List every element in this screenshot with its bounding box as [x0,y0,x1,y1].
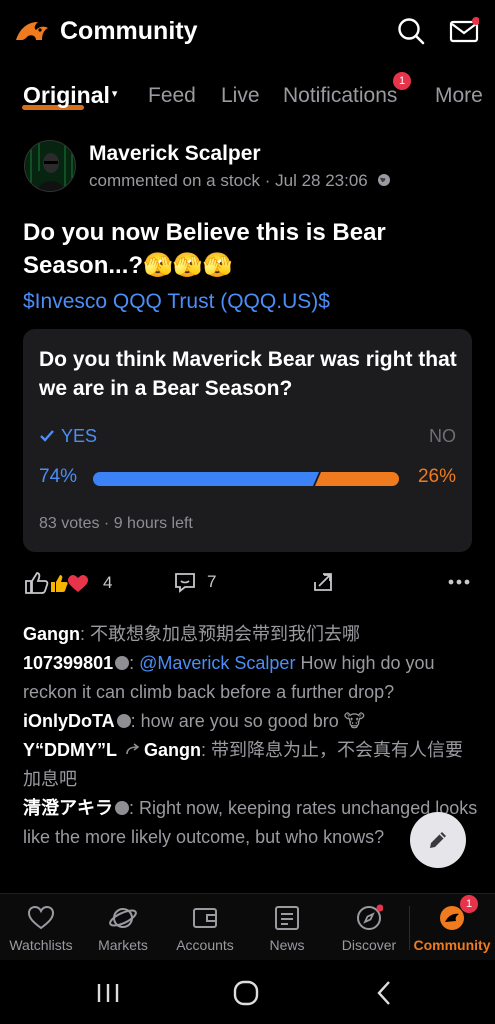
compass-icon [357,904,383,930]
comment-icon [175,573,195,593]
author-name[interactable]: Maverick Scalper [89,142,261,166]
avatar-image [25,141,75,191]
tab-live[interactable]: Live [221,84,260,108]
check-icon [40,430,54,442]
back-icon[interactable] [370,978,400,1008]
stock-link[interactable]: $Invesco QQQ Trust (QQQ.US)$ [23,290,330,314]
level-badge-icon [116,714,131,728]
share-icon[interactable] [311,570,335,594]
nav-accounts[interactable]: Accounts [164,894,246,961]
poll-question: Do you think Maverick Bear was right tha… [39,348,457,400]
comment-mention[interactable]: @Maverick Scalper [139,653,295,673]
globe-icon [377,174,390,186]
app-logo-icon [16,22,48,40]
poll-option-no[interactable]: NO [429,426,456,447]
bottom-nav: Watchlists Markets Accounts News Discove… [0,893,495,960]
post-title[interactable]: Do you now Believe this is Bear Season..… [23,216,473,282]
tab-bar: Original ▾ Feed Live Notifications 1 More [0,72,495,118]
like-button[interactable]: 4 [23,570,112,596]
comment-author[interactable]: 清澄アキラ [23,798,113,818]
nav-label: Markets [98,937,148,953]
poll-no-percent: 26% [417,466,456,487]
caret-down-icon[interactable]: ▾ [112,88,118,100]
tab-feed[interactable]: Feed [148,84,196,108]
comment-text: : how are you so good bro 🐮 [130,711,366,731]
tab-original[interactable]: Original ▾ [23,82,117,109]
reply-arrow-icon [126,743,140,755]
comment-button[interactable]: 7 [173,570,216,594]
heart-icon [27,905,55,930]
comment-author[interactable]: Gangn [23,624,80,644]
nav-news[interactable]: News [246,894,328,961]
mail-icon[interactable] [449,16,479,46]
poll-option-yes[interactable]: YES [39,426,97,447]
comments-preview: Gangn: 不敢想象加息预期会带到我们去哪 107399801: @Maver… [23,620,478,852]
tab-more[interactable]: More [435,84,483,108]
community-badge: 1 [460,895,478,913]
notifications-badge: 1 [393,72,411,90]
reactions-icon [25,572,88,594]
system-nav-bar [0,960,495,1024]
home-icon[interactable] [231,978,261,1008]
post-actions: 4 7 [0,566,495,606]
poll-footer: 83 votes · 9 hours left [39,515,193,532]
pencil-icon [430,832,446,848]
nav-label: Accounts [176,937,234,953]
top-bar: Community [0,0,495,64]
comment-author[interactable]: Y“DDMY”L [23,740,117,760]
poll-bar-yes [93,472,319,486]
comment-text: : 不敢想象加息预期会带到我们去哪 [80,624,361,644]
comment-author[interactable]: 107399801 [23,653,113,673]
tab-notifications[interactable]: Notifications [283,84,397,108]
comment-author[interactable]: iOnlyDoTA [23,711,115,731]
level-badge-icon [115,656,130,670]
comment-item[interactable]: iOnlyDoTA : how are you so good bro 🐮 [23,707,478,736]
nav-discover[interactable]: Discover [328,894,410,961]
like-count: 4 [103,573,113,592]
app-title: Community [60,17,198,45]
nav-label: News [269,937,305,953]
nav-markets[interactable]: Markets [82,894,164,961]
post-meta: commented on a stock · Jul 28 23:06 [89,171,391,191]
comment-item[interactable]: Gangn: 不敢想象加息预期会带到我们去哪 [23,620,478,649]
comment-reply-to[interactable]: Gangn [144,740,201,760]
wallet-icon [193,908,217,928]
poll-bar-no [315,472,399,486]
comment-item[interactable]: Y“DDMY”L Gangn: 带到降息为止，不会真有人信要加息吧 [23,736,478,794]
poll-card: Do you think Maverick Bear was right tha… [23,329,472,552]
avatar[interactable] [24,140,76,192]
nav-watchlists[interactable]: Watchlists [0,894,82,961]
poll-yes-label: YES [61,426,98,446]
nav-label: Community [413,937,491,953]
post-meta-text: commented on a stock · Jul 28 23:06 [89,171,368,190]
comment-count: 7 [207,572,217,591]
nav-label: Discover [341,937,397,953]
more-options-icon[interactable] [447,578,471,586]
poll-yes-percent: 74% [39,466,78,487]
compose-button[interactable] [410,812,466,868]
recent-apps-icon[interactable] [93,978,123,1008]
nav-label: Watchlists [9,937,73,953]
nav-divider [409,906,410,950]
nav-community[interactable]: 1 Community [411,894,493,961]
comment-item[interactable]: 107399801: @Maverick Scalper How high do… [23,649,478,707]
poll-result-bar [93,472,399,486]
planet-icon [109,908,137,928]
level-badge-icon [115,801,129,815]
search-icon[interactable] [396,16,426,46]
news-icon [275,906,299,930]
